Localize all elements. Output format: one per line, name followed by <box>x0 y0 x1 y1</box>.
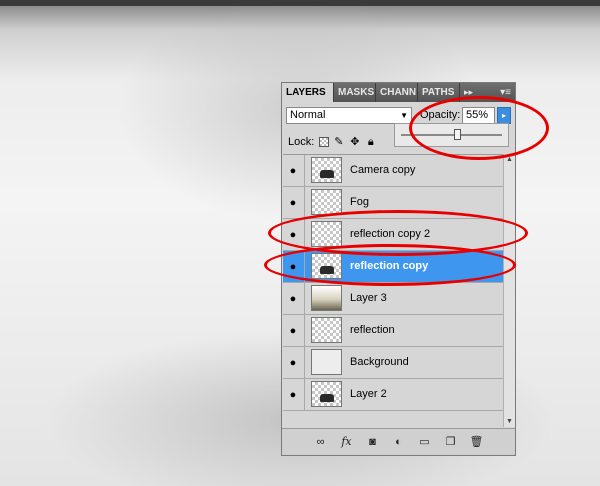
eye-icon[interactable]: ● <box>287 357 299 369</box>
layer-name: reflection copy 2 <box>350 228 431 240</box>
eye-icon[interactable]: ● <box>287 197 299 209</box>
opacity-field[interactable]: 55% <box>462 107 495 124</box>
lock-row: Lock: ✎ ✥ 🔒︎ <box>288 134 377 150</box>
layer-list-scrollbar[interactable]: ▲ ▼ <box>503 154 515 427</box>
layer-thumbnail <box>311 317 342 343</box>
eye-icon[interactable]: ● <box>287 325 299 337</box>
blend-mode-value: Normal <box>290 109 326 121</box>
eye-icon[interactable]: ● <box>287 229 299 241</box>
divider <box>304 347 305 378</box>
lock-label: Lock: <box>288 136 315 148</box>
panel-footer: ∞ fx ◙ ◐ ▭ ❐ 🗑︎ <box>282 428 515 455</box>
divider <box>304 155 305 186</box>
divider <box>304 315 305 346</box>
eye-icon[interactable]: ● <box>287 261 299 273</box>
divider <box>304 187 305 218</box>
layer-thumbnail <box>311 381 342 407</box>
layer-thumbnail <box>311 189 342 215</box>
layer-thumbnail <box>311 349 342 375</box>
layer-name: Layer 3 <box>350 292 387 304</box>
layer-thumbnail <box>311 157 342 183</box>
layer-row[interactable]: ● Layer 2 <box>283 379 503 411</box>
layer-name: reflection <box>350 324 395 336</box>
camera-shape <box>320 394 334 402</box>
eye-icon[interactable]: ● <box>287 389 299 401</box>
divider <box>304 379 305 410</box>
tab-masks[interactable]: MASKS <box>334 83 376 102</box>
camera-shape <box>320 170 334 178</box>
chevron-down-icon: ▼ <box>400 111 408 120</box>
layers-panel: LAYERS MASKS CHANN PATHS ▸▸ ▾≡ Normal ▼ … <box>281 82 516 456</box>
scroll-down-icon[interactable]: ▼ <box>506 418 513 425</box>
opacity-slider-toggle[interactable]: ▸ <box>497 107 511 124</box>
group-folder-icon[interactable]: ▭ <box>418 435 432 449</box>
new-layer-icon[interactable]: ❐ <box>444 435 458 449</box>
divider <box>304 251 305 282</box>
tab-layers[interactable]: LAYERS <box>282 83 334 102</box>
opacity-slider-track[interactable] <box>401 134 502 136</box>
lock-transparency-icon[interactable] <box>319 137 330 147</box>
top-edge <box>0 0 600 6</box>
camera-shape <box>320 266 334 274</box>
layer-list: ● Camera copy ● Fog ● reflection copy 2 … <box>283 154 503 428</box>
tab-channels[interactable]: CHANN <box>376 83 418 102</box>
layer-thumbnail <box>311 221 342 247</box>
divider <box>304 219 305 250</box>
adjustment-icon[interactable]: ◐ <box>392 435 406 449</box>
trash-icon[interactable]: 🗑︎ <box>470 435 484 449</box>
expand-arrows-icon[interactable]: ▸▸ <box>460 83 473 102</box>
panel-menu-icon[interactable]: ▾≡ <box>500 83 515 102</box>
layer-row-selected[interactable]: ● reflection copy <box>283 251 503 283</box>
lock-pixels-brush-icon[interactable]: ✎ <box>332 136 345 149</box>
opacity-label: Opacity: <box>420 109 461 121</box>
layer-name: Fog <box>350 196 369 208</box>
layer-row[interactable]: ● reflection copy 2 <box>283 219 503 251</box>
layer-row[interactable]: ● Layer 3 <box>283 283 503 315</box>
layer-name: Layer 2 <box>350 388 387 400</box>
scroll-up-icon[interactable]: ▲ <box>506 156 513 163</box>
eye-icon[interactable]: ● <box>287 293 299 305</box>
layer-row[interactable]: ● Camera copy <box>283 155 503 187</box>
blend-mode-select[interactable]: Normal ▼ <box>286 107 412 124</box>
opacity-slider-thumb[interactable] <box>453 129 461 140</box>
lock-position-move-icon[interactable]: ✥ <box>348 136 361 149</box>
layer-row[interactable]: ● Fog <box>283 187 503 219</box>
lock-all-padlock-icon[interactable]: 🔒︎ <box>364 136 377 149</box>
layer-row[interactable]: ● reflection <box>283 315 503 347</box>
link-icon[interactable]: ∞ <box>314 435 328 449</box>
layer-row[interactable]: ● Background <box>283 347 503 379</box>
opacity-slider-popup <box>394 123 509 147</box>
eye-icon[interactable]: ● <box>287 165 299 177</box>
layer-thumbnail <box>311 253 342 279</box>
layer-name: reflection copy <box>350 260 429 272</box>
layer-name: Background <box>350 356 409 368</box>
tab-paths[interactable]: PATHS <box>418 83 460 102</box>
layer-thumbnail <box>311 285 342 311</box>
panel-tabs: LAYERS MASKS CHANN PATHS ▸▸ ▾≡ <box>282 83 515 102</box>
mask-icon[interactable]: ◙ <box>366 435 380 449</box>
layer-name: Camera copy <box>350 164 416 176</box>
fx-icon[interactable]: fx <box>340 435 354 449</box>
divider <box>304 283 305 314</box>
